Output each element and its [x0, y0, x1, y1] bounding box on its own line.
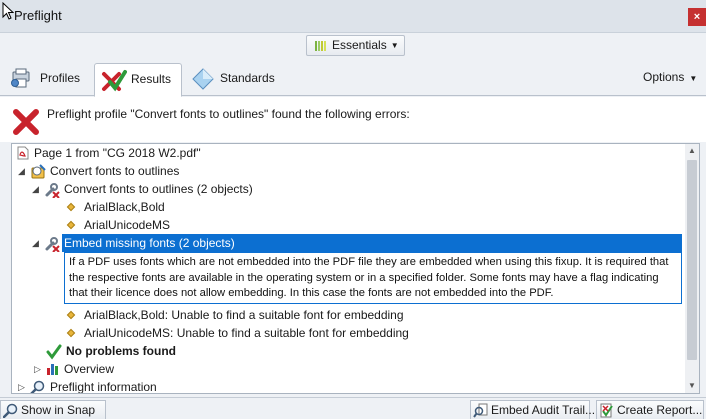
scrollbar-thumb[interactable] — [687, 160, 697, 360]
embed-audit-trail-button[interactable]: Embed Audit Trail... — [470, 400, 595, 419]
embed-audit-trail-label: Embed Audit Trail... — [491, 403, 596, 417]
tab-standards-label: Standards — [220, 71, 275, 85]
collapse-triangle-icon[interactable]: ◢ — [18, 162, 25, 180]
close-button[interactable]: × — [688, 8, 706, 26]
results-tree: Page 1 from "CG 2018 W2.pdf" ◢ Convert f… — [11, 143, 700, 394]
overview-chart-icon — [47, 364, 58, 375]
tab-profiles-label: Profiles — [40, 71, 81, 85]
magnifier-document-icon — [473, 403, 488, 418]
window-title: Preflight — [14, 8, 62, 23]
results-check-icon — [102, 70, 127, 92]
tree-fixup-node-selected[interactable]: ◢ Embed missing fonts (2 objects) — [30, 234, 685, 252]
create-report-button[interactable]: Create Report... — [596, 400, 704, 419]
page-label: Page 1 from "CG 2018 W2.pdf" — [34, 146, 201, 160]
profiles-icon — [11, 68, 30, 88]
collapse-triangle-icon[interactable]: ◢ — [32, 234, 39, 252]
tab-results[interactable]: Results — [94, 63, 182, 97]
show-in-snap-label: Show in Snap — [21, 403, 96, 417]
fixup-label: Embed missing fonts (2 objects) — [62, 234, 682, 252]
tab-standards[interactable]: Standards — [188, 63, 282, 96]
magnifier-icon — [30, 380, 45, 393]
expand-triangle-icon[interactable]: ▷ — [18, 378, 25, 393]
collapse-triangle-icon[interactable]: ◢ — [32, 180, 39, 198]
error-message: Preflight profile "Convert fonts to outl… — [47, 107, 410, 121]
pdf-file-icon — [17, 146, 29, 160]
options-label: Options — [643, 70, 685, 84]
tab-profiles[interactable]: Profiles — [8, 63, 88, 96]
profile-badge-icon — [31, 164, 46, 179]
report-check-icon — [600, 403, 613, 418]
essentials-dropdown[interactable]: Essentials ▼ — [306, 35, 405, 56]
fixup-label: Convert fonts to outlines (2 objects) — [64, 182, 253, 196]
font-error-label: ArialBlack,Bold: Unable to find a suitab… — [84, 308, 404, 322]
bottom-toolbar: Show in Snap Embed Audit Trail... Create… — [0, 397, 706, 419]
font-error-label: ArialUnicodeMS: Unable to find a suitabl… — [84, 326, 409, 340]
green-check-icon — [46, 344, 62, 360]
font-diamond-icon — [66, 328, 76, 338]
error-header: Preflight profile "Convert fonts to outl… — [0, 97, 706, 142]
vertical-scrollbar[interactable]: ▲ ▼ — [685, 144, 699, 393]
font-diamond-icon — [66, 310, 76, 320]
title-bar: Preflight × — [0, 0, 706, 33]
fixup-description: If a PDF uses fonts which are not embedd… — [64, 252, 682, 304]
wrench-error-icon — [45, 183, 60, 198]
profile-label: Convert fonts to outlines — [50, 164, 180, 178]
chevron-down-icon: ▼ — [689, 74, 698, 83]
font-label: ArialUnicodeMS — [84, 218, 171, 232]
bars-icon — [315, 40, 326, 51]
mouse-cursor-icon — [2, 2, 14, 20]
scroll-up-icon[interactable]: ▲ — [685, 144, 699, 158]
tab-bar: Profiles Results Standards — [0, 62, 706, 97]
essentials-label: Essentials — [332, 38, 387, 52]
no-problems-label: No problems found — [66, 344, 176, 358]
scroll-down-icon[interactable]: ▼ — [685, 379, 699, 393]
standards-diamond-icon — [192, 68, 214, 90]
red-x-icon — [13, 109, 39, 135]
create-report-label: Create Report... — [617, 403, 703, 417]
show-in-snap-button[interactable]: Show in Snap — [0, 400, 106, 419]
tab-results-label: Results — [131, 72, 172, 86]
info-label: Preflight information — [50, 380, 157, 394]
magnifier-icon — [3, 403, 18, 418]
chevron-down-icon: ▼ — [390, 41, 399, 51]
font-diamond-icon — [66, 220, 76, 230]
font-diamond-icon — [66, 202, 76, 212]
expand-triangle-icon[interactable]: ▷ — [34, 360, 41, 378]
options-menu[interactable]: Options ▼ — [643, 70, 697, 84]
wrench-error-icon — [45, 237, 60, 252]
overview-label: Overview — [64, 362, 115, 376]
font-label: ArialBlack,Bold — [84, 200, 165, 214]
